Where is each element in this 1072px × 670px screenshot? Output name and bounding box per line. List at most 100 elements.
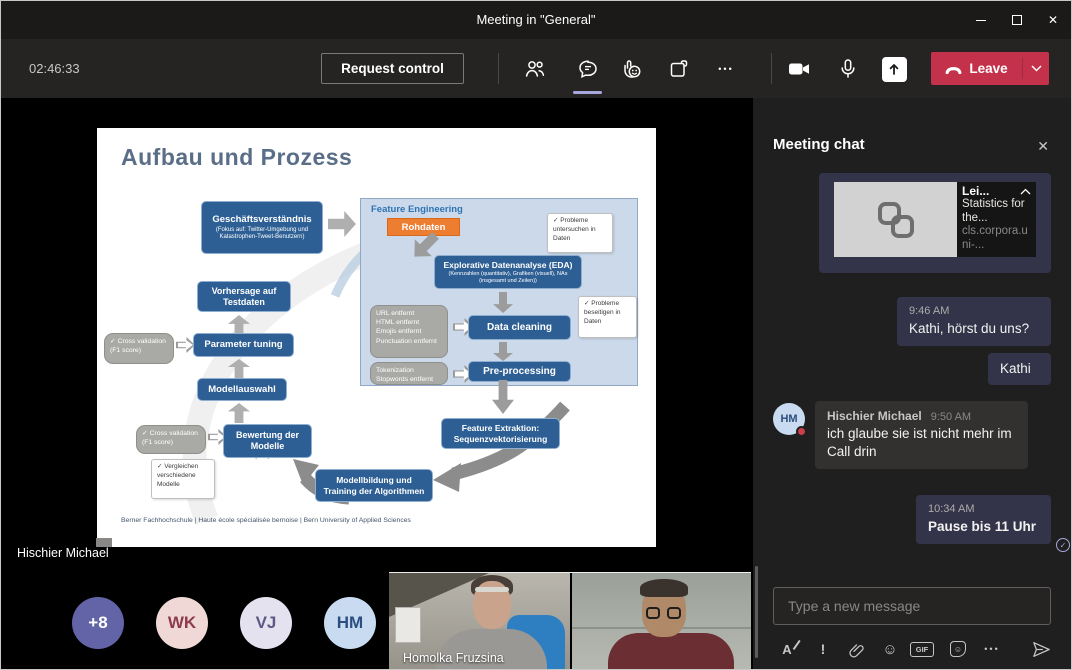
message-timestamp: 9:46 AM [909, 305, 1039, 317]
box-title: Geschäftsverständnis [212, 214, 311, 225]
diagram-note-beseitigen: ✓ Probleme beseitigen in Daten [578, 296, 637, 338]
chat-message-own: Lei... Statistics for the... cls.corpora… [819, 173, 1051, 273]
diagram-box-feature-extraktion: Feature Extraktion: Sequenzvektorisierun… [441, 418, 560, 449]
window-title: Meeting in "General" [1, 1, 1071, 39]
reactions-icon [620, 57, 644, 81]
camera-button[interactable] [786, 56, 812, 82]
link-icon [873, 197, 919, 243]
person-hair [640, 579, 688, 597]
chat-close-button[interactable]: ✕ [1037, 138, 1049, 155]
diagram-box-modellbildung: Modellbildung und Training der Algorithm… [315, 469, 433, 502]
more-actions-button[interactable]: ••• [713, 56, 739, 82]
chat-active-underline [573, 91, 602, 94]
panel-title: Feature Engineering [371, 204, 463, 215]
link-preview-details: Lei... Statistics for the... cls.corpora… [957, 182, 1036, 257]
message-text: Kathi [1000, 360, 1039, 378]
chevron-up-icon[interactable] [1020, 188, 1031, 195]
presenter-name-label: Hischier Michael [17, 546, 109, 560]
mark-important-button[interactable]: ! [811, 637, 835, 661]
participant-avatar: HM [324, 597, 376, 649]
paperclip-icon [848, 641, 865, 658]
chat-icon [576, 57, 600, 81]
link-preview-card[interactable]: Lei... Statistics for the... cls.corpora… [834, 182, 1036, 257]
compose-more-button[interactable]: ••• [980, 637, 1004, 661]
avatar-initials: HM [780, 413, 797, 425]
headband [475, 587, 509, 592]
diagram-box-parameter-tuning: Parameter tuning [193, 333, 294, 357]
attach-file-button[interactable] [844, 637, 868, 661]
message-text: Kathi, hörst du uns? [909, 320, 1039, 338]
message-timestamp: 10:34 AM [928, 503, 1039, 515]
arrow-right-icon [328, 211, 356, 237]
format-button[interactable]: A [775, 637, 799, 661]
arrow-up-icon [228, 359, 250, 378]
emoji-icon: ☺ [882, 641, 897, 658]
camera-icon [786, 57, 812, 81]
link-preview-thumbnail [834, 182, 957, 257]
video-thumbnails: Homolka Fruzsina [389, 572, 751, 670]
share-screen-button[interactable] [881, 56, 907, 82]
sticker-icon: ☺ [950, 641, 966, 657]
diagram-box-eda: Explorative Datenanalyse (EDA) (Kennzahl… [434, 255, 582, 289]
video-name-label: Homolka Fruzsina [403, 651, 504, 665]
leave-label: Leave [969, 61, 1007, 76]
diagram-note-vergleichen: ✓ Vergleichen verschiedene Modelle [151, 459, 215, 499]
participants-button[interactable] [522, 56, 548, 82]
chat-message-input[interactable] [773, 587, 1051, 625]
message-seen-icon: ✓ [1056, 538, 1070, 552]
link-title: Lei... [962, 184, 989, 198]
whiteboard [395, 607, 421, 643]
participant-avatar-overflow: +8 [72, 597, 124, 649]
diagram-note-crossvalidation-2: ✓ Cross validation (F1 score) [136, 425, 206, 454]
link-url: cls.corpora.uni-... [962, 225, 1031, 252]
teams-meeting-window: Meeting in "General" ✕ 02:46:33 Request … [0, 0, 1072, 670]
pen-icon [793, 639, 801, 649]
person-torso [608, 633, 734, 670]
participant-avatar: WK [156, 597, 208, 649]
diagram-box-vorhersage: Vorhersage auf Testdaten [197, 281, 291, 312]
hang-up-icon [945, 63, 962, 75]
close-button[interactable]: ✕ [1035, 1, 1071, 39]
chat-button[interactable] [575, 56, 601, 82]
minimize-button[interactable] [963, 1, 999, 39]
chat-message-other: Hischier Michael 9:50 AM ich glaube sie … [815, 401, 1028, 469]
people-icon [523, 57, 547, 81]
maximize-button[interactable] [999, 1, 1035, 39]
compose-toolbar: A ! ☺ GIF ☺ ••• [753, 637, 1072, 663]
diagram-box-data-cleaning: Data cleaning [468, 315, 571, 340]
sticker-button[interactable]: ☺ [946, 637, 970, 661]
leave-button-group: Leave [931, 52, 1049, 85]
shared-screen-stage: Aufbau und Prozess Geschäftsverständnis … [1, 98, 753, 670]
emoji-button[interactable]: ☺ [878, 637, 902, 661]
gif-icon: GIF [910, 642, 934, 657]
microphone-icon [836, 57, 860, 81]
chat-message-own: Kathi [988, 353, 1051, 385]
leave-options-button[interactable] [1023, 52, 1049, 85]
format-icon: A [782, 642, 791, 657]
feature-engineering-panel: Feature Engineering Rohdaten Explorative… [360, 198, 638, 386]
presentation-slide: Aufbau und Prozess Geschäftsverständnis … [97, 128, 656, 547]
diagram-box-geschaeftsverstaendnis: Geschäftsverständnis (Fokus auf: Twitter… [201, 201, 323, 254]
microphone-button[interactable] [835, 56, 861, 82]
gif-button[interactable]: GIF [910, 637, 934, 661]
avatar: HM [773, 403, 805, 435]
diagram-box-preprocessing: Pre-processing [468, 361, 571, 382]
link-subtitle: Statistics for the... [962, 198, 1031, 225]
toolbar-divider [498, 53, 499, 84]
send-message-button[interactable] [1029, 637, 1053, 661]
message-author: Hischier Michael [827, 409, 922, 423]
video-tile-left: Homolka Fruzsina [389, 573, 570, 670]
box-subtitle: (Kennzahlen (quantitativ), Grafiken (vis… [437, 271, 579, 284]
slide-title: Aufbau und Prozess [121, 144, 352, 171]
leave-button[interactable]: Leave [931, 52, 1022, 85]
stage-scrollbar-handle[interactable] [96, 538, 112, 547]
reactions-button[interactable] [619, 56, 645, 82]
chat-message-own: 9:46 AM Kathi, hörst du uns? [897, 297, 1051, 346]
breakout-rooms-button[interactable] [666, 56, 692, 82]
toolbar-divider [771, 53, 772, 84]
diagram-box-bewertung: Bewertung der Modelle [223, 424, 312, 458]
box-subtitle: (Fokus auf: Twitter-Umgebung und Katastr… [204, 227, 320, 241]
share-icon [882, 57, 907, 82]
request-control-button[interactable]: Request control [321, 53, 464, 84]
diagram-note-cleaning-steps: URL entfernt HTML entfernt Emojis entfer… [370, 305, 448, 358]
